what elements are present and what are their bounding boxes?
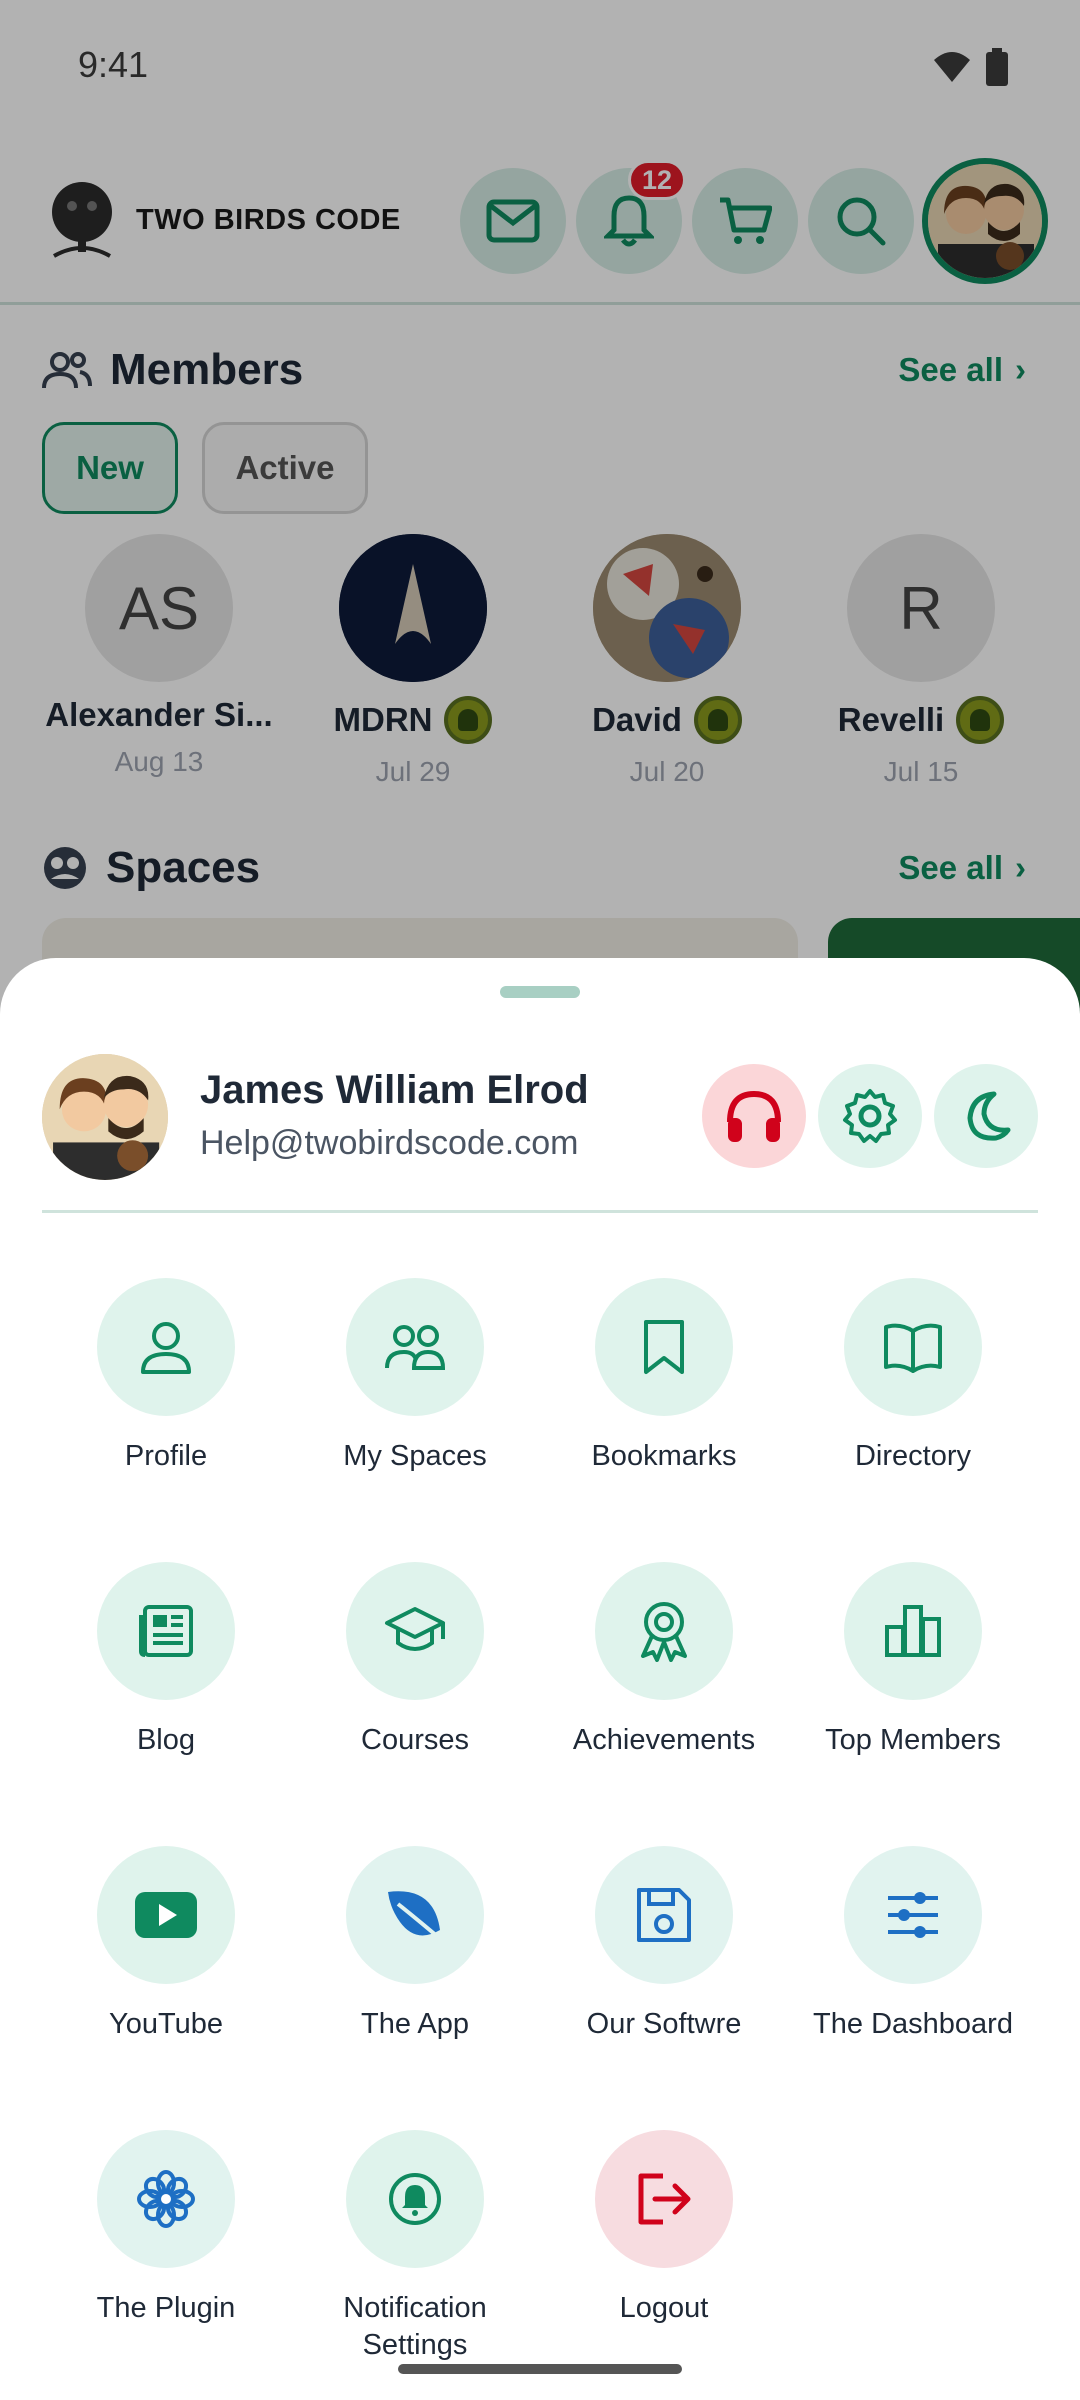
menu-item-youtube[interactable]: YouTube bbox=[41, 1846, 291, 2043]
icon-circle bbox=[595, 1562, 733, 1700]
user-avatar[interactable] bbox=[42, 1054, 168, 1180]
icon-circle bbox=[844, 1562, 982, 1700]
menu-item-label: Top Members bbox=[825, 1724, 1001, 1756]
icon-circle bbox=[844, 1846, 982, 1984]
menu-item-profile[interactable]: Profile bbox=[41, 1278, 291, 1475]
user-email: Help@twobirdscode.com bbox=[200, 1124, 579, 1162]
menu-item-logout[interactable]: Logout bbox=[539, 2130, 789, 2327]
icon-circle bbox=[346, 2130, 484, 2268]
icon-circle bbox=[97, 1278, 235, 1416]
menu-item-directory[interactable]: Directory bbox=[788, 1278, 1038, 1475]
menu-item-achievements[interactable]: Achievements bbox=[539, 1562, 789, 1759]
menu-item-label: Our Softwre bbox=[586, 2008, 742, 2040]
menu-item-the-plugin[interactable]: The Plugin bbox=[41, 2130, 291, 2327]
flower-icon bbox=[137, 2170, 195, 2228]
menu-item-notification-settings[interactable]: Notification Settings bbox=[290, 2130, 540, 2364]
menu-item-the-app[interactable]: The App bbox=[290, 1846, 540, 2043]
moon-icon bbox=[967, 1091, 1011, 1141]
icon-circle bbox=[346, 1846, 484, 1984]
leaf-icon bbox=[388, 1891, 446, 1944]
menu-item-label: Directory bbox=[854, 1440, 971, 1472]
logout-icon bbox=[638, 2173, 691, 2225]
menu-item-label: Notification Settings bbox=[343, 2292, 487, 2361]
menu-item-label: YouTube bbox=[109, 2008, 223, 2040]
menu-item-bookmarks[interactable]: Bookmarks bbox=[539, 1278, 789, 1475]
graduation-cap-icon bbox=[385, 1607, 445, 1651]
sheet-drag-handle[interactable] bbox=[500, 986, 580, 998]
icon-circle bbox=[97, 2130, 235, 2268]
bar-chart-icon bbox=[885, 1605, 941, 1657]
dark-mode-button[interactable] bbox=[934, 1064, 1038, 1168]
menu-item-label: Logout bbox=[619, 2292, 709, 2324]
avatar-image bbox=[42, 1054, 168, 1180]
icon-circle bbox=[346, 1278, 484, 1416]
sliders-icon bbox=[888, 1892, 938, 1938]
menu-item-label: Courses bbox=[361, 1724, 469, 1756]
floppy-disk-icon bbox=[637, 1888, 691, 1942]
menu-item-my-spaces[interactable]: My Spaces bbox=[290, 1278, 540, 1475]
divider bbox=[42, 1210, 1038, 1213]
menu-item-label: The Dashboard bbox=[813, 2008, 1013, 2040]
menu-item-the-dashboard[interactable]: The Dashboard bbox=[788, 1846, 1038, 2043]
user-info-row: James William Elrod Help@twobirdscode.co… bbox=[42, 1054, 1038, 1184]
icon-circle bbox=[595, 1278, 733, 1416]
menu-item-label: Achievements bbox=[572, 1724, 756, 1756]
settings-button[interactable] bbox=[818, 1064, 922, 1168]
menu-item-our-software[interactable]: Our Softwre bbox=[539, 1846, 789, 2043]
gear-icon bbox=[843, 1089, 897, 1143]
menu-item-label: Blog bbox=[136, 1724, 196, 1756]
book-icon bbox=[884, 1323, 942, 1373]
menu-item-label: The Plugin bbox=[96, 2292, 236, 2324]
group-icon bbox=[385, 1325, 446, 1370]
icon-circle bbox=[97, 1562, 235, 1700]
bookmark-icon bbox=[644, 1320, 684, 1374]
menu-item-courses[interactable]: Courses bbox=[290, 1562, 540, 1759]
menu-item-label: The App bbox=[360, 2008, 470, 2040]
icon-circle bbox=[346, 1562, 484, 1700]
menu-item-blog[interactable]: Blog bbox=[41, 1562, 291, 1759]
menu-item-label: Bookmarks bbox=[591, 1440, 737, 1472]
bell-circle-icon bbox=[389, 2173, 441, 2225]
headphones-icon bbox=[727, 1090, 781, 1142]
menu-item-label: Profile bbox=[124, 1440, 208, 1472]
icon-circle bbox=[595, 1846, 733, 1984]
gesture-navigation-bar[interactable] bbox=[398, 2364, 682, 2374]
menu-item-label: My Spaces bbox=[343, 1440, 487, 1472]
user-name: James William Elrod bbox=[200, 1068, 589, 1112]
person-icon bbox=[141, 1322, 191, 1374]
icon-circle bbox=[844, 1278, 982, 1416]
menu-item-top-members[interactable]: Top Members bbox=[788, 1562, 1038, 1759]
youtube-icon bbox=[135, 1892, 197, 1938]
icon-circle bbox=[97, 1846, 235, 1984]
icon-circle bbox=[595, 2130, 733, 2268]
account-bottom-sheet: James William Elrod Help@twobirdscode.co… bbox=[0, 958, 1080, 2400]
audio-button[interactable] bbox=[702, 1064, 806, 1168]
newspaper-icon bbox=[139, 1605, 193, 1657]
award-icon bbox=[641, 1602, 687, 1662]
